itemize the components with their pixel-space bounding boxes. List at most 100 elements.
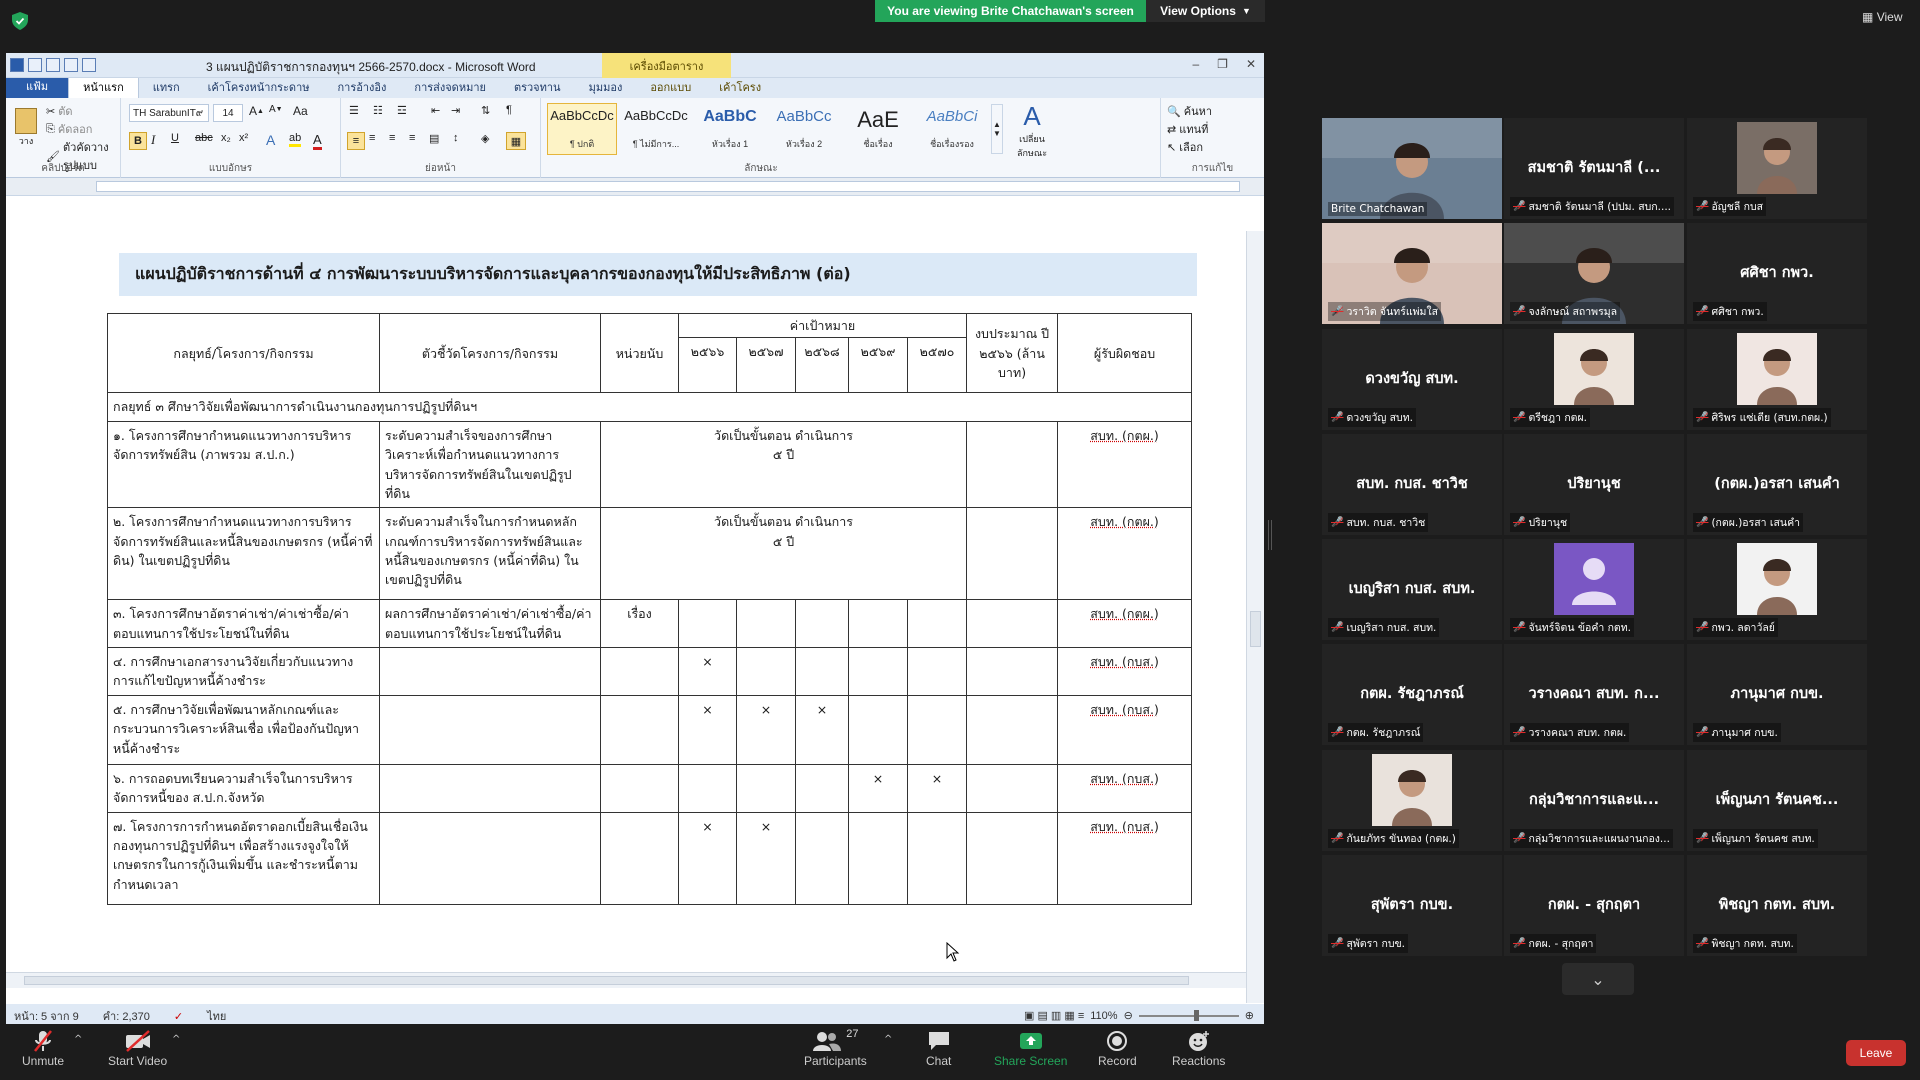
participant-tile[interactable]: กตผ. รัชฎาภรณ์ 🎤̸ กตผ. รัชฎาภรณ์	[1322, 644, 1502, 745]
font-size-select[interactable]: 14	[213, 104, 243, 122]
style-no-spacing[interactable]: AaBbCcDc ¶ ไม่มีการ...	[621, 103, 691, 155]
audio-options-chevron-icon[interactable]: ^	[74, 1034, 82, 1045]
participant-tile[interactable]: สุพัตรา กบข. 🎤̸ สุพัตรา กบข.	[1322, 855, 1502, 956]
participant-tile[interactable]: ศศิชา กพว. 🎤̸ ศศิชา กพว.	[1687, 223, 1867, 324]
page-count[interactable]: หน้า: 5 จาก 9	[14, 1007, 79, 1025]
subscript-icon[interactable]: x₂	[221, 132, 231, 144]
view-layout-button[interactable]: ▦ View	[1862, 10, 1902, 24]
zoom-slider-thumb[interactable]	[1193, 1009, 1199, 1021]
decrease-indent-icon[interactable]: ⇤	[431, 104, 440, 117]
tab-page-layout[interactable]: เค้าโครงหน้ากระดาษ	[194, 76, 324, 98]
start-video-button[interactable]: Start Video	[108, 1028, 167, 1068]
undo-icon[interactable]	[46, 58, 60, 72]
zoom-out-icon[interactable]: ⊖	[1124, 1009, 1133, 1022]
font-color-icon[interactable]: A	[313, 132, 322, 150]
redo-icon[interactable]	[64, 58, 78, 72]
tab-view[interactable]: มุมมอง	[575, 76, 637, 98]
numbering-icon[interactable]: ☷	[373, 104, 383, 117]
style-heading-1[interactable]: AaBbC หัวเรื่อง 1	[695, 103, 765, 155]
horizontal-ruler[interactable]	[6, 178, 1264, 196]
sort-icon[interactable]: ⇅	[481, 104, 490, 117]
style-heading-2[interactable]: AaBbCc หัวเรื่อง 2	[769, 103, 839, 155]
style-subtitle[interactable]: AaBbCi ชื่อเรื่องรอง	[917, 103, 987, 155]
participant-tile[interactable]: กตผ. - สุกฤตา 🎤̸ กตผ. - สุกฤตา	[1504, 855, 1684, 956]
tab-review[interactable]: ตรวจทาน	[500, 76, 575, 98]
strikethrough-icon[interactable]: abc	[195, 132, 213, 144]
zoom-level[interactable]: 110%	[1090, 1010, 1117, 1022]
text-effects-icon[interactable]: A	[266, 132, 275, 148]
justify-icon[interactable]: ≡	[409, 132, 415, 144]
participant-tile[interactable]: วรางคณา สบท. ก... 🎤̸ วรางคณา สบท. กตผ.	[1504, 644, 1684, 745]
copy-button[interactable]: ⎘ คัดลอก	[46, 120, 92, 138]
shading-icon[interactable]: ◈	[481, 132, 489, 145]
participant-tile[interactable]: 🎤̸ จงลักษณ์ สถาพรมุล	[1504, 223, 1684, 324]
participant-tile[interactable]: เบญริสา กบส. สบท. 🎤̸ เบญริสา กบส. สบท.	[1322, 539, 1502, 640]
participant-tile[interactable]: สบท. กบส. ชาวิช 🎤̸ สบท. กบส. ชาวิช	[1322, 434, 1502, 535]
participant-tile[interactable]: 🎤̸ กพว. ลดาวัลย์	[1687, 539, 1867, 640]
reactions-button[interactable]: Reactions	[1172, 1028, 1225, 1068]
replace-button[interactable]: ⇄ แทนที่	[1167, 120, 1208, 138]
increase-indent-icon[interactable]: ⇥	[451, 104, 460, 117]
tab-design[interactable]: ออกแบบ	[636, 76, 705, 98]
unmute-button[interactable]: Unmute	[22, 1028, 64, 1068]
proofing-icon[interactable]: ✓	[174, 1010, 183, 1023]
minimize-icon[interactable]: –	[1192, 57, 1199, 71]
participant-tile[interactable]: 🎤̸ กันยภัทร ขันทอง (กตผ.)	[1322, 750, 1502, 851]
view-options-button[interactable]: View Options ▼	[1146, 0, 1265, 22]
participant-tile[interactable]: 🎤̸ อัญชลี กบส	[1687, 118, 1867, 219]
font-name-select[interactable]: TH SarabunIT๙	[129, 104, 209, 122]
participant-tile[interactable]: (กตผ.)อรสา เสนคำ 🎤̸ (กตผ.)อรสา เสนคำ	[1687, 434, 1867, 535]
gallery-next-page-button[interactable]: ⌄	[1562, 963, 1634, 995]
horizontal-scrollbar[interactable]	[6, 972, 1246, 988]
find-button[interactable]: 🔍 ค้นหา	[1167, 102, 1212, 120]
paste-button[interactable]: วาง	[12, 104, 40, 152]
print-preview-icon[interactable]	[82, 58, 96, 72]
restore-icon[interactable]: ❐	[1217, 57, 1228, 71]
video-options-chevron-icon[interactable]: ^	[172, 1034, 180, 1045]
align-center-icon[interactable]: ≡	[369, 132, 375, 144]
save-icon[interactable]	[28, 58, 42, 72]
participant-tile[interactable]: 🎤̸ ศิริพร แซ่เตีย (สบท.กตผ.)	[1687, 329, 1867, 430]
participant-tile[interactable]: ดวงขวัญ สบท. 🎤̸ ดวงขวัญ สบท.	[1322, 329, 1502, 430]
participant-tile[interactable]: พิชญา กตท. สบท. 🎤̸ พิชญา กตท. สบท.	[1687, 855, 1867, 956]
participant-tile[interactable]: 🎤̸ วราวิต จันทร์แพ่มใส	[1322, 223, 1502, 324]
participants-button[interactable]: 27 Participants	[804, 1028, 867, 1068]
grow-font-icon[interactable]: A ▲	[249, 104, 264, 118]
vertical-scrollbar[interactable]	[1246, 231, 1264, 1003]
bullets-icon[interactable]: ☰	[349, 104, 359, 117]
security-shield-icon[interactable]	[12, 12, 28, 30]
line-spacing-icon[interactable]: ↕	[453, 132, 459, 144]
bold-icon[interactable]: B	[129, 132, 147, 150]
change-case-icon[interactable]: Aa	[293, 104, 308, 118]
tab-home[interactable]: หน้าแรก	[68, 75, 139, 98]
close-icon[interactable]: ✕	[1246, 57, 1256, 71]
participant-tile[interactable]: 🎤̸ จันทร์จิตน ข้อคำ กตท.	[1504, 539, 1684, 640]
participant-tile[interactable]: Brite Chatchawan	[1322, 118, 1502, 219]
share-screen-button[interactable]: Share Screen	[994, 1028, 1067, 1068]
align-right-icon[interactable]: ≡	[389, 132, 395, 144]
style-normal[interactable]: AaBbCcDc ¶ ปกติ	[547, 103, 617, 155]
scroll-thumb[interactable]	[1250, 611, 1261, 647]
record-button[interactable]: Record	[1098, 1028, 1137, 1068]
word-count[interactable]: คำ: 2,370	[103, 1007, 150, 1025]
tab-references[interactable]: การอ้างอิง	[324, 76, 401, 98]
split-resize-handle[interactable]	[1268, 520, 1272, 550]
select-button[interactable]: ↖ เลือก	[1167, 138, 1203, 156]
participant-tile[interactable]: 🎤̸ ตรีชฎา กตผ.	[1504, 329, 1684, 430]
cut-button[interactable]: ✂ ตัด	[46, 102, 73, 120]
document-page[interactable]: แผนปฏิบัติราชการด้านที่ ๔ การพัฒนาระบบบร…	[6, 243, 1246, 988]
tab-insert[interactable]: แทรก	[139, 76, 194, 98]
superscript-icon[interactable]: x²	[239, 132, 248, 144]
participant-tile[interactable]: ปริยานุช 🎤̸ ปริยานุช	[1504, 434, 1684, 535]
leave-meeting-button[interactable]: Leave	[1846, 1040, 1906, 1066]
zoom-in-icon[interactable]: ⊕	[1245, 1009, 1254, 1022]
participant-tile[interactable]: ภานุมาศ กบข. 🎤̸ ภานุมาศ กบข.	[1687, 644, 1867, 745]
styles-scroll-button[interactable]: ▲ ▼	[991, 104, 1003, 154]
show-marks-icon[interactable]: ¶	[506, 104, 512, 116]
word-app-icon[interactable]	[10, 58, 24, 72]
chat-button[interactable]: Chat	[926, 1028, 951, 1068]
underline-icon[interactable]: U	[171, 132, 179, 144]
participant-tile[interactable]: เพ็ญนภา รัตนคช... 🎤̸ เพ็ญนภา รัตนคช สบท.	[1687, 750, 1867, 851]
participant-tile[interactable]: กลุ่มวิชาการและแ... 🎤̸ กลุ่มวิชาการและแผนง…	[1504, 750, 1684, 851]
tab-layout[interactable]: เค้าโครง	[705, 76, 775, 98]
